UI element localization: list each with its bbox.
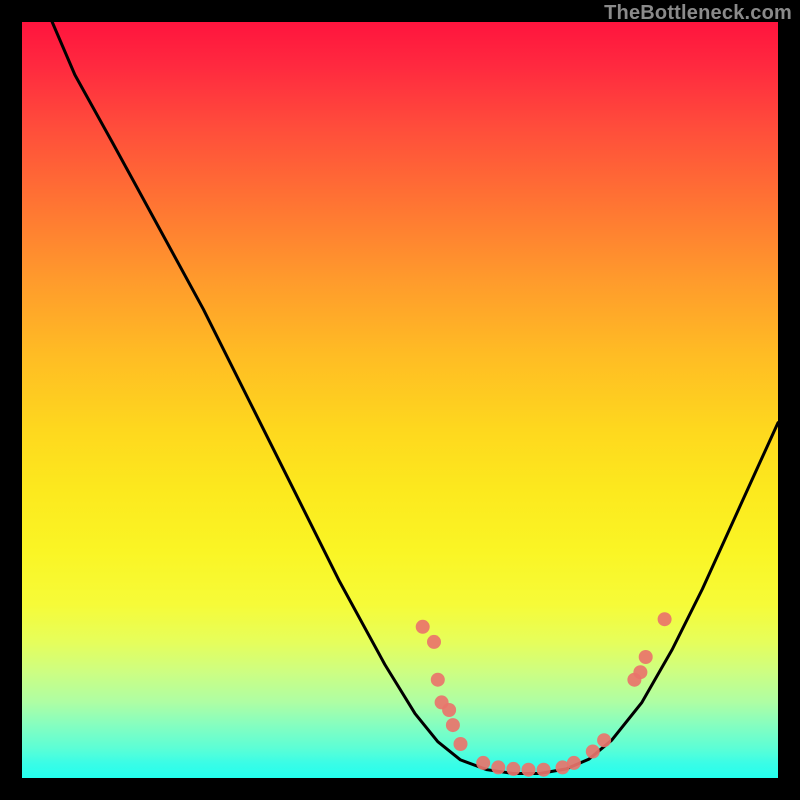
marker-dot: [586, 745, 600, 759]
marker-dot: [446, 718, 460, 732]
marker-dot: [522, 763, 536, 777]
marker-dot: [416, 620, 430, 634]
marker-dot: [639, 650, 653, 664]
marker-dot: [427, 635, 441, 649]
marker-dot: [476, 756, 490, 770]
marker-dot: [537, 763, 551, 777]
marker-dot: [454, 737, 468, 751]
chart-frame: [22, 22, 778, 778]
marker-dot: [633, 665, 647, 679]
marker-dot: [442, 703, 456, 717]
marker-dot: [658, 612, 672, 626]
marker-dot: [567, 756, 581, 770]
marker-dot: [506, 762, 520, 776]
marker-dot: [597, 733, 611, 747]
bottleneck-curve: [52, 22, 778, 774]
chart-svg: [22, 22, 778, 778]
marker-dot: [431, 673, 445, 687]
marker-dot: [491, 760, 505, 774]
curve-markers-group: [416, 612, 672, 777]
